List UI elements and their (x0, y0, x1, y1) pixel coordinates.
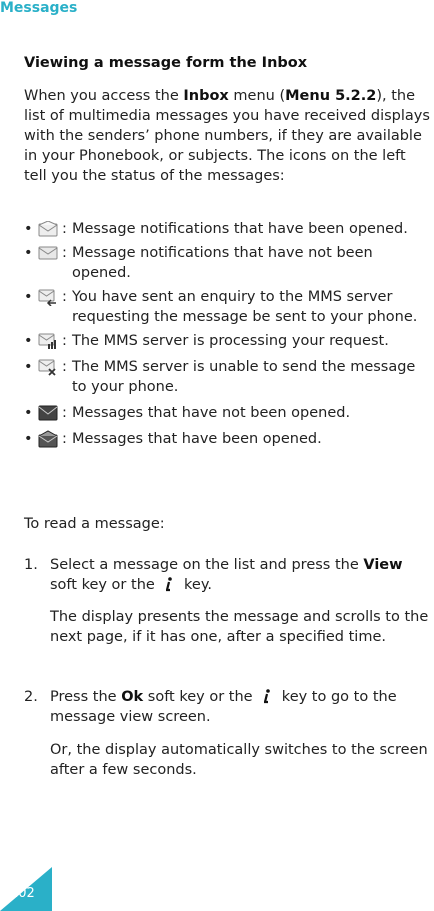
step-2: 2. Press the Ok soft key or the key to g… (24, 687, 434, 727)
list-item: • : Message notifications that have been… (24, 219, 434, 239)
opened-message-icon (38, 430, 58, 448)
bullet-text: Message notifications that have been ope… (72, 221, 408, 237)
section-title: Viewing a message form the Inbox (24, 55, 308, 71)
unopened-message-icon (38, 404, 58, 422)
bullet-text: Messages that have been opened. (72, 431, 322, 447)
intro-text-2: menu ( (228, 88, 286, 104)
info-key-icon (161, 576, 177, 592)
step-text-part: key. (179, 577, 212, 593)
opened-notification-icon (38, 220, 58, 238)
bullet-dot: • (24, 333, 33, 349)
list-item: • : Messages that have been opened. (24, 429, 434, 449)
page-number: 102 (10, 886, 35, 901)
step-1: 1. Select a message on the list and pres… (24, 555, 434, 595)
colon: : (62, 333, 67, 349)
status-icon-list: • : Message notifications that have been… (24, 219, 434, 449)
step-2-note: Or, the display automatically switches t… (50, 742, 428, 778)
intro-menu-number: Menu 5.2.2 (285, 88, 377, 104)
bullet-dot: • (24, 245, 33, 261)
server-processing-icon (38, 332, 58, 350)
view-softkey-term: View (363, 557, 403, 573)
step-text-part: soft key or the (143, 689, 258, 705)
bullet-dot: • (24, 431, 33, 447)
info-key-icon (259, 688, 275, 704)
server-error-icon (38, 358, 58, 376)
bullet-text: The MMS server is processing your reques… (72, 333, 389, 349)
step-number: 2. (24, 689, 38, 705)
list-item: • : Message notifications that have not … (24, 243, 434, 283)
intro-text-1: When you access the (24, 88, 184, 104)
enquiry-sent-icon (38, 288, 58, 306)
step-text: Press the Ok soft key or the key to go t… (50, 687, 434, 727)
bullet-dot: • (24, 289, 33, 305)
step-text: Select a message on the list and press t… (50, 555, 434, 595)
step-number: 1. (24, 557, 38, 573)
list-item: • : The MMS server is processing your re… (24, 331, 434, 351)
bullet-dot: • (24, 359, 33, 375)
intro-paragraph: When you access the Inbox menu (Menu 5.2… (24, 86, 432, 186)
list-item: • : Messages that have not been opened. (24, 403, 434, 423)
step-text-part: Press the (50, 689, 122, 705)
colon: : (62, 245, 67, 261)
ok-softkey-term: Ok (121, 689, 144, 705)
list-item: • : The MMS server is unable to send the… (24, 357, 434, 397)
list-item: • : You have sent an enquiry to the MMS … (24, 287, 434, 327)
intro-inbox-term: Inbox (183, 88, 229, 104)
bullet-text: Messages that have not been opened. (72, 405, 351, 421)
step-1-note: The display presents the message and scr… (50, 609, 429, 645)
bullet-text: The MMS server is unable to send the mes… (72, 359, 416, 395)
step-text-part: soft key or the (50, 577, 160, 593)
bullet-dot: • (24, 405, 33, 421)
bullet-dot: • (24, 221, 33, 237)
chapter-header: Messages (0, 0, 78, 16)
read-message-intro: To read a message: (24, 516, 165, 532)
bullet-text: You have sent an enquiry to the MMS serv… (72, 289, 418, 325)
colon: : (62, 289, 67, 305)
unopened-notification-icon (38, 244, 58, 262)
colon: : (62, 221, 67, 237)
step-text-part: Select a message on the list and press t… (50, 557, 364, 573)
colon: : (62, 359, 67, 375)
colon: : (62, 405, 67, 421)
colon: : (62, 431, 67, 447)
bullet-text: Message notifications that have not been… (72, 245, 373, 281)
